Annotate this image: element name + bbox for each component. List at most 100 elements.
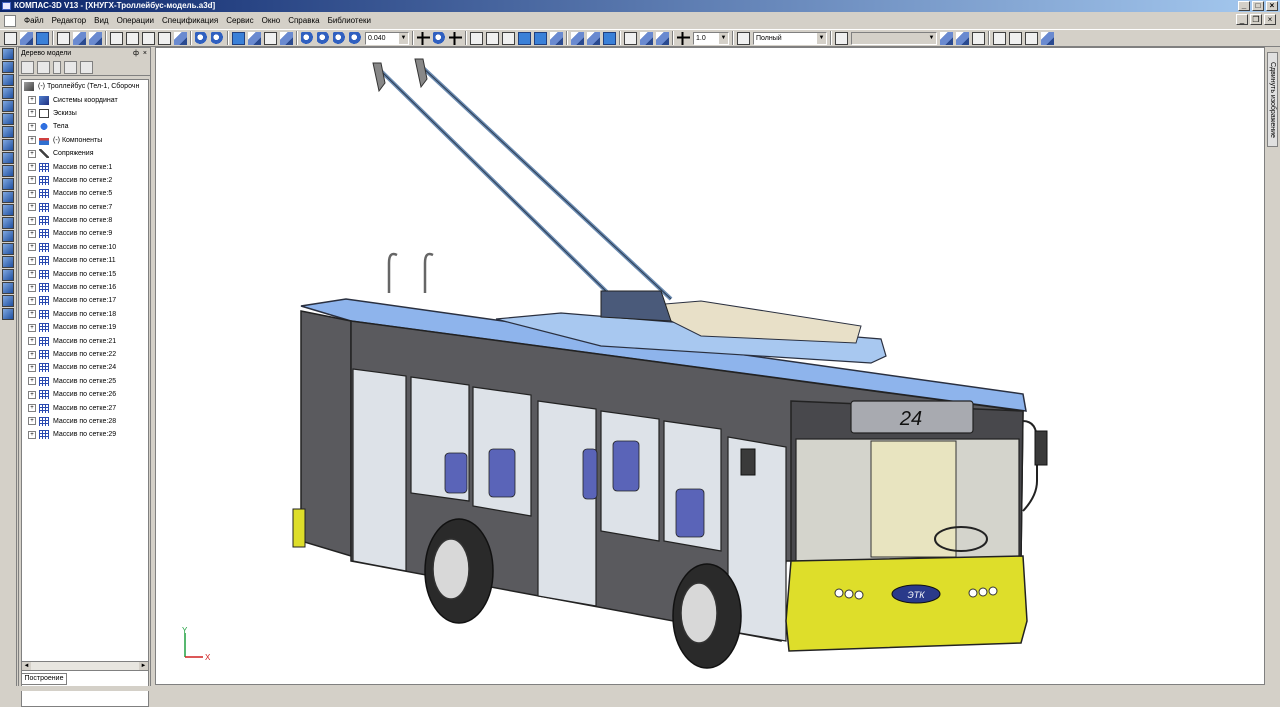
library-icon[interactable] xyxy=(2,243,14,255)
cross-section-icon[interactable] xyxy=(2,230,14,242)
scroll-left-icon[interactable]: ◄ xyxy=(22,662,31,670)
analysis-icon[interactable] xyxy=(2,256,14,268)
menu-file[interactable]: Файл xyxy=(20,12,48,29)
redo-icon[interactable] xyxy=(211,31,224,45)
tab-construction[interactable]: Построение xyxy=(21,673,67,685)
spec-icon[interactable] xyxy=(2,165,14,177)
edit-part-icon[interactable] xyxy=(956,31,969,45)
tree-filter-icon[interactable] xyxy=(64,60,77,74)
orient-icon[interactable] xyxy=(449,31,462,45)
variables-icon[interactable] xyxy=(264,31,277,45)
color-icon[interactable] xyxy=(835,31,848,45)
properties-icon[interactable] xyxy=(89,31,102,45)
zoom-window-icon[interactable] xyxy=(301,31,314,45)
expand-icon[interactable]: + xyxy=(28,216,36,225)
mass-properties-icon[interactable] xyxy=(640,31,653,45)
step-field[interactable]: 1.0 ▼ xyxy=(693,31,729,45)
menu-specification[interactable]: Спецификация xyxy=(158,12,222,29)
tree-item-grid-array[interactable]: + Массив по сетке:10 xyxy=(22,241,148,254)
perspective-icon[interactable] xyxy=(550,31,563,45)
tree-root[interactable]: (-) Троллейбус (Тел-1, Сборочн xyxy=(22,80,148,93)
reports-icon[interactable] xyxy=(2,178,14,190)
tree-structure-icon[interactable] xyxy=(21,60,34,74)
expand-icon[interactable]: + xyxy=(28,350,36,359)
save-icon[interactable] xyxy=(36,31,49,45)
tree-item-mates[interactable]: + Сопряжения xyxy=(22,147,148,160)
tree-item-sketches[interactable]: + Эскизы xyxy=(22,107,148,120)
tree-item-grid-array[interactable]: + Массив по сетке:1 xyxy=(22,160,148,173)
new-icon[interactable] xyxy=(4,31,17,45)
measure-icon[interactable] xyxy=(2,139,14,151)
maximize-button[interactable]: □ xyxy=(1252,1,1264,11)
tree-item-grid-array[interactable]: + Массив по сетке:16 xyxy=(22,281,148,294)
print-icon[interactable] xyxy=(57,31,70,45)
aux-geometry-icon[interactable] xyxy=(2,113,14,125)
pan-view-tab[interactable]: Сдвинуть изображение xyxy=(1267,52,1278,147)
doc-minimize-button[interactable]: _ xyxy=(1236,14,1248,25)
tree-item-grid-array[interactable]: + Массив по сетке:15 xyxy=(22,267,148,280)
expand-icon[interactable]: + xyxy=(28,404,36,413)
menu-window[interactable]: Окно xyxy=(258,12,285,29)
expand-icon[interactable]: + xyxy=(28,189,36,198)
ortho-icon[interactable] xyxy=(1009,31,1022,45)
edit-details-icon[interactable] xyxy=(2,61,14,73)
open-icon[interactable] xyxy=(20,31,33,45)
designation-icon[interactable] xyxy=(2,191,14,203)
material-icon[interactable] xyxy=(2,282,14,294)
scale-field[interactable]: 0.040 ▼ xyxy=(365,31,409,45)
hidden-lines-icon[interactable] xyxy=(486,31,499,45)
tree-item-grid-array[interactable]: + Массив по сетке:21 xyxy=(22,334,148,347)
tree-item-grid-array[interactable]: + Массив по сетке:9 xyxy=(22,227,148,240)
pan-icon[interactable] xyxy=(417,31,430,45)
library-icon[interactable] xyxy=(248,31,261,45)
tree-item-grid-array[interactable]: + Массив по сетке:22 xyxy=(22,348,148,361)
tree-item-grid-array[interactable]: + Массив по сетке:25 xyxy=(22,375,148,388)
expand-icon[interactable]: + xyxy=(28,149,36,158)
curves-icon[interactable] xyxy=(2,217,14,229)
filter-icon[interactable] xyxy=(2,152,14,164)
expand-icon[interactable]: + xyxy=(28,377,36,386)
format-icon[interactable] xyxy=(158,31,171,45)
shaded-icon[interactable] xyxy=(518,31,531,45)
wireframe-icon[interactable] xyxy=(470,31,483,45)
tree-view-icon[interactable] xyxy=(37,60,50,74)
tree-scrollbar[interactable]: ◄ ► xyxy=(21,661,149,671)
attach-icon[interactable] xyxy=(940,31,953,45)
tree-item-grid-array[interactable]: + Массив по сетке:8 xyxy=(22,214,148,227)
close-button[interactable]: × xyxy=(1266,1,1278,11)
fastener-icon[interactable] xyxy=(2,308,14,320)
expand-icon[interactable]: + xyxy=(28,296,36,305)
expand-icon[interactable]: + xyxy=(28,136,36,145)
rebuild-icon[interactable] xyxy=(603,31,616,45)
select-filter-icon[interactable] xyxy=(571,31,584,45)
pipeline-icon[interactable] xyxy=(2,269,14,281)
sheet-metal-icon[interactable] xyxy=(2,204,14,216)
menu-view[interactable]: Вид xyxy=(90,12,112,29)
expand-icon[interactable]: + xyxy=(28,229,36,238)
expand-icon[interactable]: + xyxy=(28,337,36,346)
expand-icon[interactable]: + xyxy=(28,310,36,319)
thin-hidden-icon[interactable] xyxy=(502,31,515,45)
menu-edit[interactable]: Редактор xyxy=(48,12,90,29)
tree-item-grid-array[interactable]: + Массив по сетке:5 xyxy=(22,187,148,200)
expand-icon[interactable]: + xyxy=(28,203,36,212)
tree-item-grid-array[interactable]: + Массив по сетке:27 xyxy=(22,401,148,414)
minimize-button[interactable]: _ xyxy=(1238,1,1250,11)
expand-icon[interactable]: + xyxy=(28,417,36,426)
tree-dropdown-icon[interactable] xyxy=(53,60,61,74)
paste-icon[interactable] xyxy=(142,31,155,45)
model-viewport[interactable]: 24 ЭТК Y X xyxy=(155,47,1265,685)
close-icon[interactable]: × xyxy=(143,48,147,59)
doc-restore-button[interactable]: ❐ xyxy=(1250,14,1262,25)
menu-libraries[interactable]: Библиотеки xyxy=(324,12,375,29)
shaded-edges-icon[interactable] xyxy=(534,31,547,45)
zoom-out-icon[interactable] xyxy=(333,31,346,45)
zoom-scale-icon[interactable] xyxy=(349,31,362,45)
expand-icon[interactable]: + xyxy=(28,122,36,131)
expand-icon[interactable]: + xyxy=(28,363,36,372)
chevron-down-icon[interactable]: ▼ xyxy=(719,32,728,44)
menu-service[interactable]: Сервис xyxy=(222,12,257,29)
tree-item-grid-array[interactable]: + Массив по сетке:19 xyxy=(22,321,148,334)
chevron-down-icon[interactable]: ▼ xyxy=(817,32,826,44)
expand-icon[interactable]: + xyxy=(28,243,36,252)
